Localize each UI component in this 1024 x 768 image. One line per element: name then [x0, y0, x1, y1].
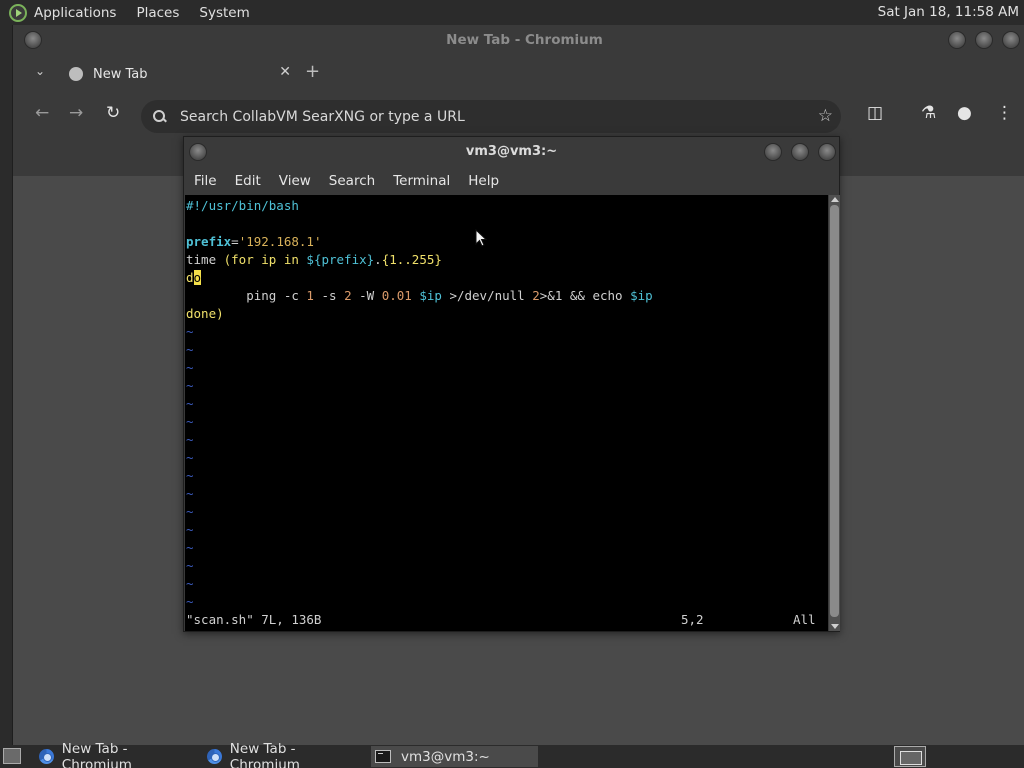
taskbar-item-label: New Tab - Chromium — [61, 740, 132, 768]
distro-logo-icon[interactable] — [9, 3, 27, 22]
vim-status-position: 5,2 — [681, 612, 704, 627]
empty-line-tilde: ~ — [186, 432, 194, 447]
menu-view[interactable]: View — [279, 173, 311, 189]
window-menu-button[interactable] — [24, 31, 42, 49]
clock[interactable]: Sat Jan 18, 11:58 AM — [878, 4, 1019, 20]
code-line-7: done) — [186, 306, 224, 321]
omnibox[interactable]: Search CollabVM SearXNG or type a URL ☆ — [141, 100, 841, 133]
menu-help[interactable]: Help — [468, 173, 499, 189]
empty-line-tilde: ~ — [186, 450, 194, 465]
code-line-3: prefix='192.168.1' — [186, 234, 322, 249]
tab-close-icon[interactable]: ✕ — [279, 64, 291, 80]
taskbar-item-label: vm3@vm3:~ — [401, 748, 490, 765]
tab-search-chevron-icon[interactable]: ⌄ — [35, 64, 45, 78]
toolbar: ← → ↻ Search CollabVM SearXNG or type a … — [13, 91, 1024, 141]
text-cursor: o — [193, 270, 202, 285]
code-line-1: #!/usr/bin/bash — [186, 198, 299, 213]
forward-arrow-icon[interactable]: → — [69, 103, 83, 123]
chromium-icon — [39, 749, 54, 764]
terminal-window-title: vm3@vm3:~ — [465, 144, 558, 159]
vim-status-scroll: All — [793, 612, 816, 627]
tab-new-tab[interactable]: New Tab ✕ — [61, 57, 299, 91]
more-menu-icon[interactable]: ⋮ — [996, 103, 1013, 123]
terminal-window-menu-button[interactable] — [189, 143, 207, 161]
taskbar-item-chromium-1[interactable]: New Tab - Chromium — [35, 741, 200, 768]
terminal-menubar: File Edit View Search Terminal Help — [184, 167, 839, 195]
empty-line-tilde: ~ — [186, 594, 194, 609]
mouse-pointer-icon — [475, 229, 487, 247]
code-line-6: ping -c 1 -s 2 -W 0.01 $ip >/dev/null 2>… — [186, 288, 653, 303]
terminal-titlebar[interactable]: vm3@vm3:~ — [184, 137, 839, 167]
search-icon — [153, 110, 166, 123]
terminal-close-button[interactable] — [818, 143, 836, 161]
empty-line-tilde: ~ — [186, 342, 194, 357]
empty-line-tilde: ~ — [186, 468, 194, 483]
terminal-minimize-button[interactable] — [764, 143, 782, 161]
terminal-window: vm3@vm3:~ File Edit View Search Terminal… — [183, 136, 840, 632]
globe-icon — [69, 67, 83, 81]
extensions-puzzle-icon[interactable]: ◫ — [867, 103, 883, 123]
empty-line-tilde: ~ — [186, 378, 194, 393]
taskbar-item-terminal[interactable]: vm3@vm3:~ — [371, 746, 538, 767]
terminal-screen[interactable]: #!/usr/bin/bash prefix='192.168.1' time … — [185, 195, 828, 631]
tab-strip: ⌄ New Tab ✕ + — [13, 56, 1024, 91]
menu-terminal[interactable]: Terminal — [393, 173, 450, 189]
desktop: Applications Places System Sat Jan 18, 1… — [0, 0, 1024, 768]
places-menu[interactable]: Places — [136, 5, 179, 21]
labs-flask-icon[interactable]: ⚗ — [921, 103, 936, 123]
top-panel: Applications Places System Sat Jan 18, 1… — [0, 0, 1024, 25]
minimize-button[interactable] — [948, 31, 966, 49]
chromium-titlebar[interactable]: New Tab - Chromium — [13, 25, 1024, 56]
vim-status-file: "scan.sh" 7L, 136B — [186, 612, 322, 627]
omnibox-placeholder: Search CollabVM SearXNG or type a URL — [180, 108, 465, 125]
empty-line-tilde: ~ — [186, 522, 194, 537]
applications-menu[interactable]: Applications — [34, 5, 116, 21]
empty-line-tilde: ~ — [186, 486, 194, 501]
empty-line-tilde: ~ — [186, 360, 194, 375]
chromium-window-title: New Tab - Chromium — [446, 32, 603, 48]
empty-line-tilde: ~ — [186, 558, 194, 573]
empty-line-tilde: ~ — [186, 504, 194, 519]
terminal-scrollbar[interactable] — [829, 195, 840, 631]
code-line-5: do — [186, 270, 202, 285]
empty-line-tilde: ~ — [186, 576, 194, 591]
terminal-maximize-button[interactable] — [791, 143, 809, 161]
empty-line-tilde: ~ — [186, 540, 194, 555]
system-menu[interactable]: System — [199, 5, 249, 21]
scroll-up-arrow-icon[interactable] — [831, 197, 839, 202]
show-desktop-icon[interactable] — [3, 748, 21, 764]
reload-icon[interactable]: ↻ — [106, 103, 120, 123]
scrollbar-thumb[interactable] — [830, 205, 839, 617]
menu-edit[interactable]: Edit — [235, 173, 261, 189]
maximize-button[interactable] — [975, 31, 993, 49]
empty-line-tilde: ~ — [186, 396, 194, 411]
menu-search[interactable]: Search — [329, 173, 375, 189]
profile-avatar-icon[interactable]: ● — [957, 103, 972, 123]
back-arrow-icon[interactable]: ← — [35, 103, 49, 123]
workspace-switcher[interactable] — [894, 746, 926, 767]
tab-title: New Tab — [93, 66, 148, 82]
close-button[interactable] — [1002, 31, 1020, 49]
taskbar-item-chromium-2[interactable]: New Tab - Chromium — [203, 741, 368, 768]
bookmark-star-icon[interactable]: ☆ — [818, 106, 833, 126]
empty-line-tilde: ~ — [186, 324, 194, 339]
scroll-down-arrow-icon[interactable] — [831, 624, 839, 629]
new-tab-plus-icon[interactable]: + — [305, 61, 320, 82]
empty-line-tilde: ~ — [186, 414, 194, 429]
terminal-icon — [375, 750, 391, 763]
menu-file[interactable]: File — [194, 173, 217, 189]
code-line-4: time (for ip in ${prefix}.{1..255} — [186, 252, 442, 267]
taskbar-item-label: New Tab - Chromium — [229, 740, 300, 768]
chromium-icon — [207, 749, 222, 764]
bottom-panel: New Tab - Chromium New Tab - Chromium vm… — [0, 741, 1024, 768]
